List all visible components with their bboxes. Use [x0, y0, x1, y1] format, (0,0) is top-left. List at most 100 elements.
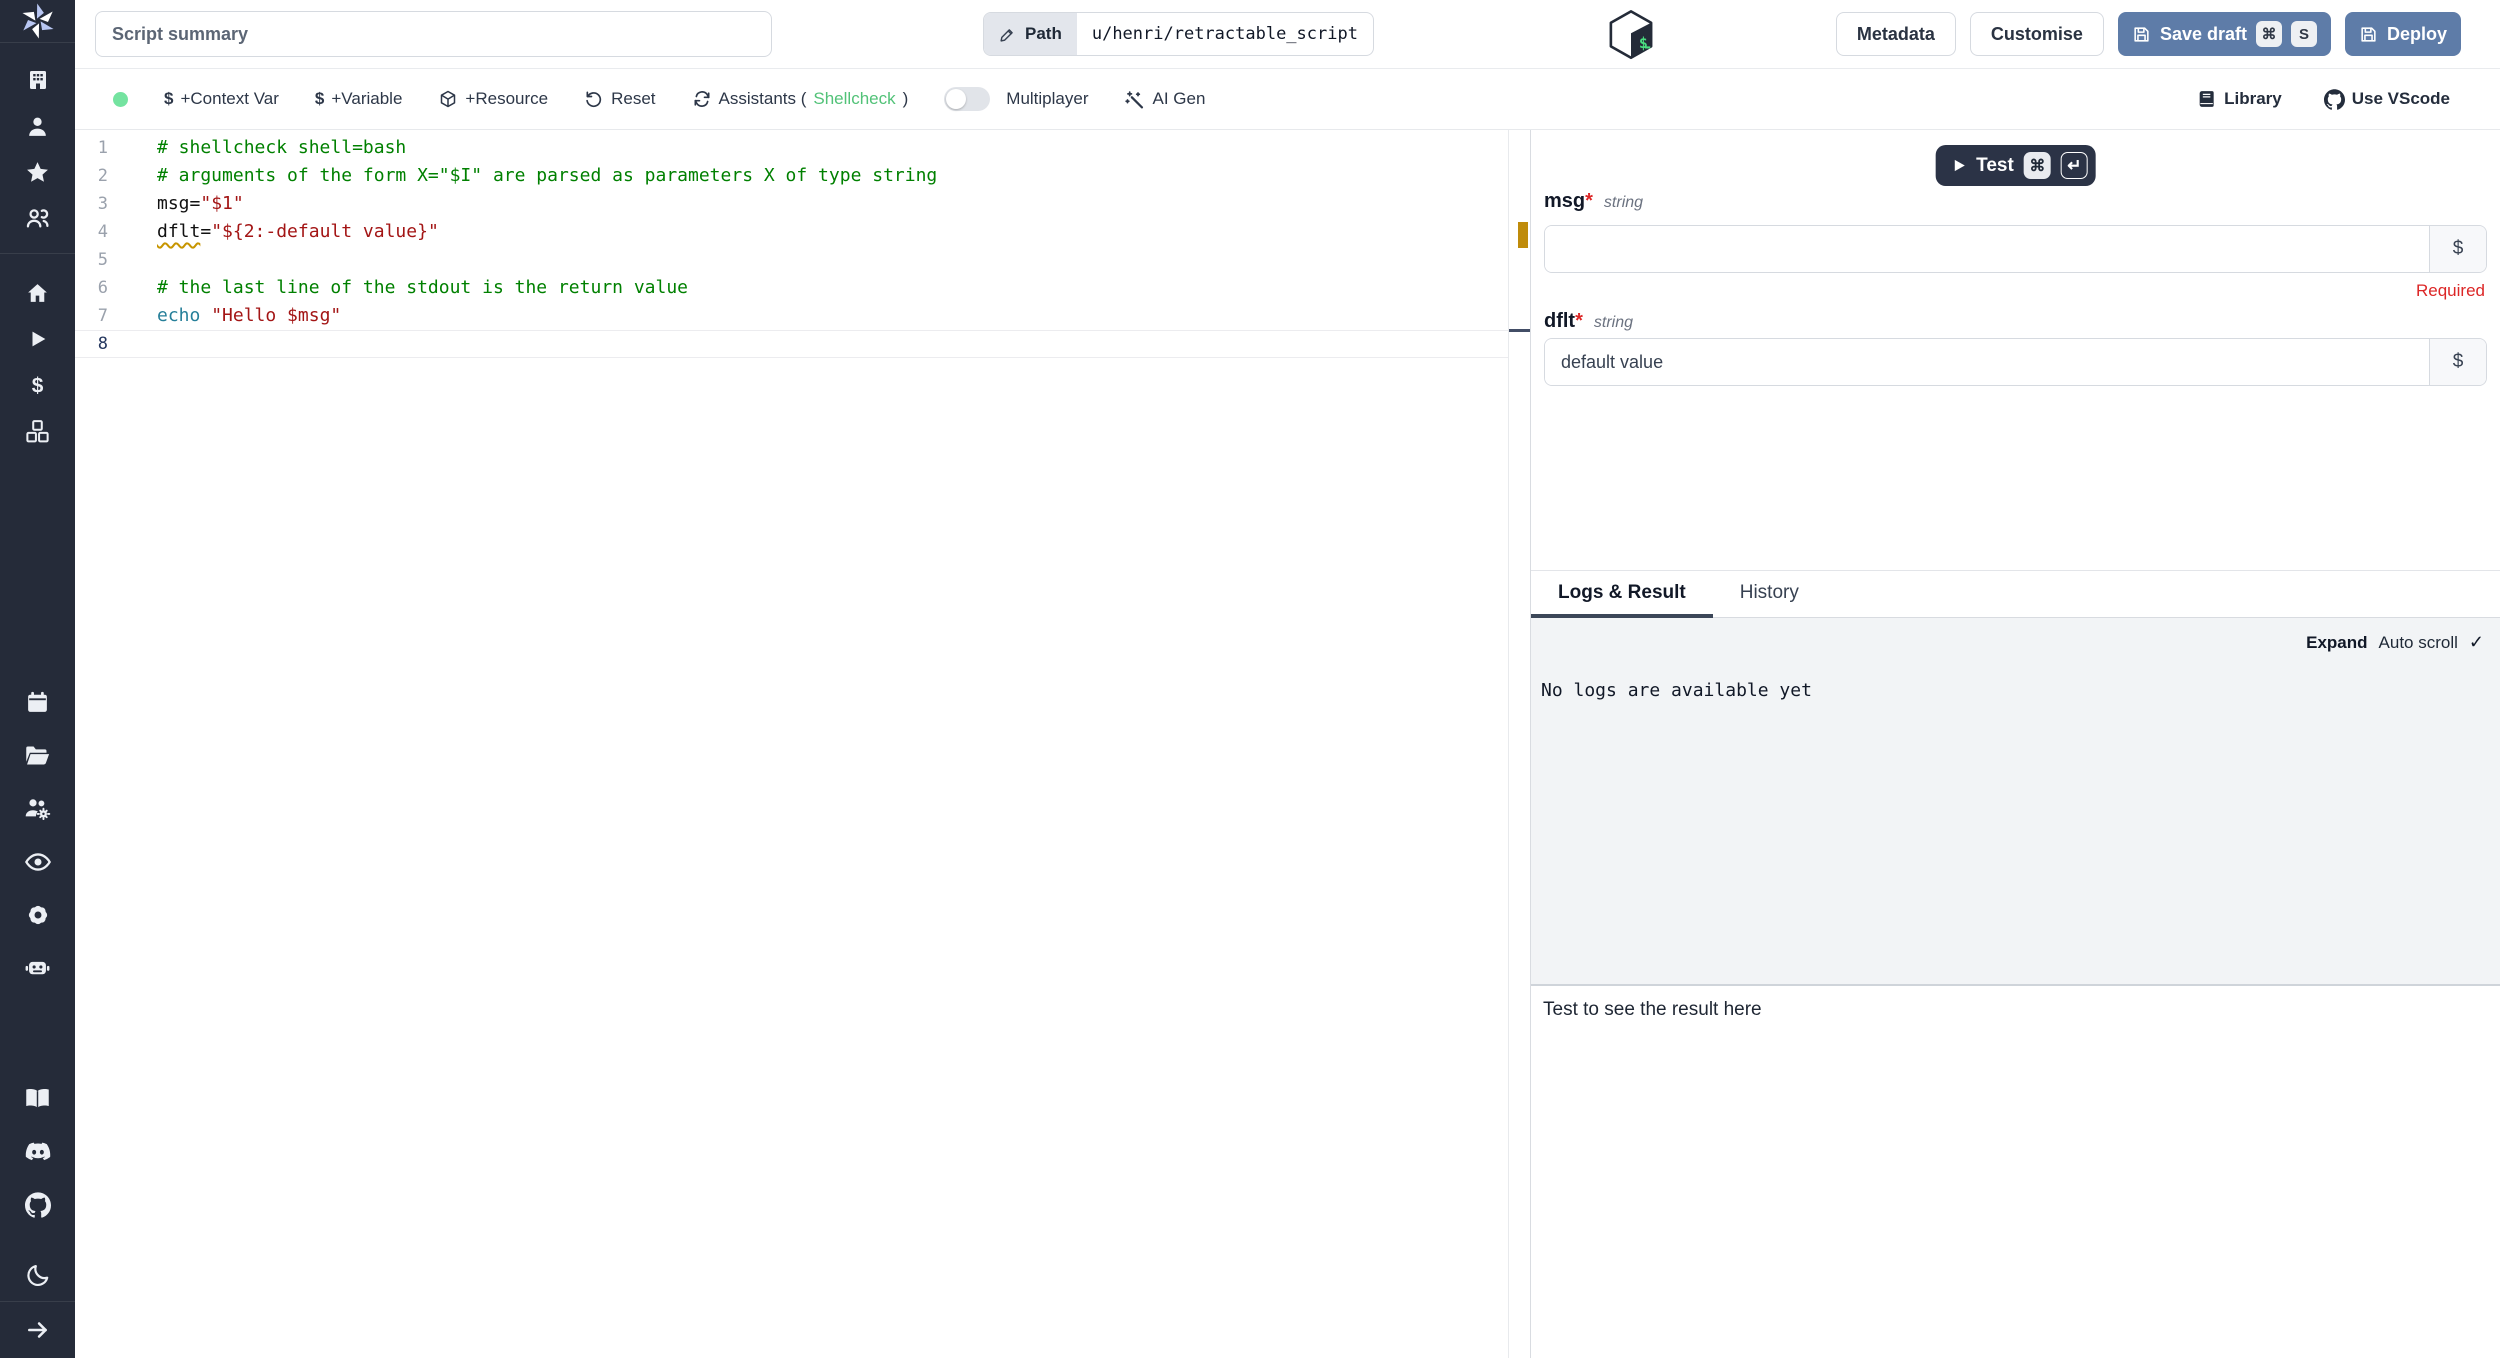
- sidebar-item-moon[interactable]: [0, 1248, 75, 1301]
- code-line[interactable]: 6 # the last line of the stdout is the re…: [75, 274, 1508, 302]
- dflt-input-row: $: [1544, 338, 2487, 386]
- sidebar-item-discord[interactable]: [0, 1125, 75, 1178]
- code-line[interactable]: 2 # arguments of the form X="$I" are pars…: [75, 162, 1508, 190]
- cmd-key-badge: ⌘: [2023, 152, 2051, 179]
- toolbar-right: Library Use VScode: [2197, 88, 2450, 110]
- sidebar-item-building[interactable]: [0, 57, 75, 103]
- warning-marker: [1518, 222, 1528, 248]
- sidebar-item-gear[interactable]: [0, 888, 75, 941]
- check-icon[interactable]: ✓: [2469, 632, 2484, 653]
- play-icon: [27, 328, 49, 350]
- cmd-key-badge: ⌘: [2255, 21, 2282, 47]
- field-label-dflt: dflt * string: [1544, 310, 1633, 333]
- line-number: 6: [97, 278, 108, 298]
- ai-gen-button[interactable]: AI Gen: [1124, 89, 1205, 110]
- metadata-button[interactable]: Metadata: [1835, 12, 1956, 56]
- script-summary-input[interactable]: [95, 11, 772, 57]
- code-editor[interactable]: 1 # shellcheck shell=bash 2 # arguments of …: [75, 130, 1508, 1358]
- use-vscode-button[interactable]: Use VScode: [2323, 88, 2450, 110]
- editor-overview-ruler[interactable]: [1508, 130, 1531, 1358]
- sidebar-group-workspace: [0, 43, 75, 255]
- reset-button[interactable]: Reset: [584, 89, 656, 109]
- sidebar-item-home[interactable]: [0, 270, 75, 316]
- script-path-value[interactable]: u/henri/retractable_script: [1077, 13, 1373, 55]
- multiplayer-control: Multiplayer: [944, 87, 1088, 111]
- logs-tabs: Logs & Result History: [1531, 570, 2500, 618]
- sidebar-item-book[interactable]: [0, 1072, 75, 1125]
- code-line[interactable]: 1 # shellcheck shell=bash: [75, 134, 1508, 162]
- sidebar-item-user[interactable]: [0, 103, 75, 149]
- add-resource-button[interactable]: +Resource: [438, 89, 548, 109]
- autoscroll-toggle[interactable]: Auto scroll: [2379, 633, 2458, 653]
- result-placeholder: Test to see the result here: [1543, 999, 1762, 1020]
- sidebar-item-dollar[interactable]: $: [0, 362, 75, 408]
- tab-history[interactable]: History: [1738, 571, 1801, 618]
- code-line[interactable]: 5: [75, 246, 1508, 274]
- msg-input[interactable]: [1545, 226, 2429, 272]
- edit-path-button[interactable]: Path: [984, 13, 1077, 55]
- save-icon: [2359, 25, 2378, 44]
- customise-button[interactable]: Customise: [1969, 12, 2104, 56]
- sidebar-item-play[interactable]: [0, 316, 75, 362]
- sidebar-item-users-gear[interactable]: [0, 782, 75, 835]
- deploy-button[interactable]: Deploy: [2344, 12, 2461, 56]
- cursor-marker: [1509, 329, 1531, 332]
- windmill-logo[interactable]: [0, 0, 75, 44]
- required-asterisk: *: [1575, 310, 1583, 332]
- sidebar-item-star[interactable]: [0, 149, 75, 195]
- library-button[interactable]: Library: [2197, 89, 2282, 109]
- ai-gen-label: AI Gen: [1152, 89, 1206, 108]
- test-label: Test: [1976, 154, 2014, 176]
- sidebar-expand-button[interactable]: [0, 1301, 75, 1358]
- sidebar-item-folder[interactable]: [0, 729, 75, 782]
- sidebar-group-links: [0, 1072, 75, 1301]
- assistants-button[interactable]: Assistants (Shellcheck): [692, 89, 908, 109]
- users-icon: [24, 205, 51, 232]
- eye-icon: [24, 848, 52, 876]
- no-logs-message: No logs are available yet: [1541, 680, 1812, 701]
- insert-variable-button[interactable]: $: [2429, 226, 2486, 272]
- assistants-label: Assistants (: [718, 89, 807, 108]
- save-draft-button[interactable]: Save draft ⌘ S: [2117, 12, 2331, 56]
- add-variable-button[interactable]: $ +Variable: [315, 89, 403, 109]
- field-type: string: [1593, 314, 1634, 331]
- code-line[interactable]: 3 msg="$1": [75, 190, 1508, 218]
- cubes-icon: [24, 418, 51, 445]
- save-icon: [2132, 25, 2151, 44]
- sidebar-item-cubes[interactable]: [0, 408, 75, 454]
- topbar-actions: Metadata Customise Save draft ⌘ S Deploy: [1835, 12, 2461, 56]
- tab-logs-result[interactable]: Logs & Result: [1531, 571, 1713, 618]
- path-group: Path u/henri/retractable_script: [983, 12, 1374, 56]
- editor-toolbar: $ +Context Var $ +Variable +Resource Res…: [75, 69, 2500, 130]
- sidebar-item-github[interactable]: [0, 1178, 75, 1231]
- path-label: Path: [1025, 24, 1062, 43]
- required-asterisk: *: [1585, 190, 1593, 212]
- test-button[interactable]: Test ⌘ ↵: [1935, 145, 2096, 186]
- insert-variable-button[interactable]: $: [2429, 339, 2486, 385]
- result-area: Test to see the result here: [1531, 986, 2500, 1358]
- sidebar-item-robot[interactable]: [0, 941, 75, 994]
- resource-label: +Resource: [465, 89, 549, 108]
- code-line[interactable]: 7 echo "Hello $msg": [75, 302, 1508, 330]
- left-sidebar: $: [0, 0, 75, 1358]
- sidebar-item-users[interactable]: [0, 195, 75, 241]
- user-icon: [25, 114, 50, 139]
- s-key-badge: S: [2290, 21, 2317, 47]
- svg-text:$: $: [1639, 34, 1648, 52]
- dflt-input[interactable]: [1545, 339, 2429, 385]
- sidebar-item-calendar[interactable]: [0, 676, 75, 729]
- multiplayer-toggle[interactable]: [944, 87, 991, 111]
- reset-icon: [584, 89, 604, 109]
- enter-key-badge: ↵: [2060, 152, 2088, 179]
- code-line[interactable]: 4 dflt="${2:-default value}": [75, 218, 1508, 246]
- expand-button[interactable]: Expand: [2306, 633, 2367, 653]
- add-context-var-button[interactable]: $ +Context Var: [164, 89, 279, 109]
- users-gear-icon: [24, 795, 51, 822]
- field-name: dflt: [1544, 310, 1576, 332]
- multiplayer-label: Multiplayer: [1006, 89, 1089, 108]
- sidebar-item-eye[interactable]: [0, 835, 75, 888]
- top-bar: Path u/henri/retractable_script $ Metada…: [75, 0, 2500, 69]
- code-line[interactable]: 8: [75, 330, 1508, 358]
- building-icon: [26, 68, 50, 92]
- variable-label: +Variable: [331, 89, 403, 108]
